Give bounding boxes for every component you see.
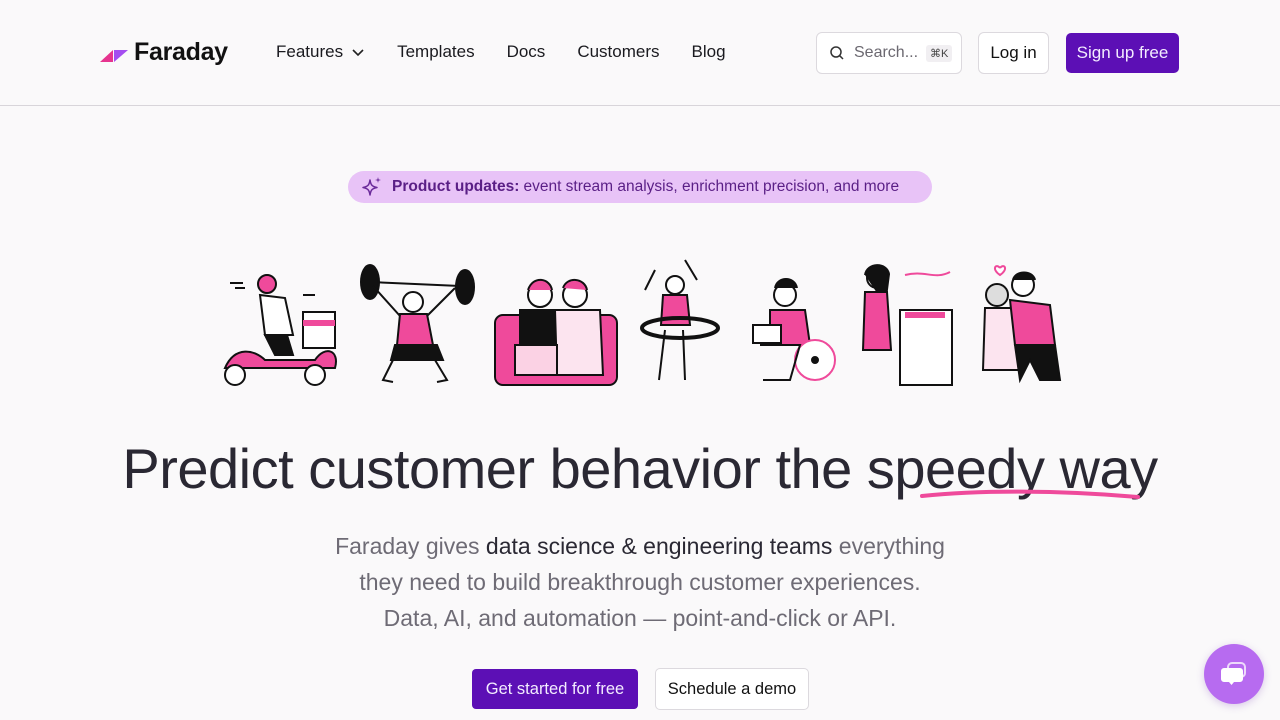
search-icon <box>830 46 844 60</box>
nav-templates[interactable]: Templates <box>397 42 474 62</box>
illustration-weightlifter <box>360 264 475 383</box>
brand-name: Faraday <box>134 38 228 66</box>
nav-blog[interactable]: Blog <box>692 42 726 62</box>
hero-subtitle: Faraday gives data science & engineering… <box>0 528 1280 636</box>
chat-widget-button[interactable] <box>1204 644 1264 704</box>
search-shortcut: ⌘K <box>926 44 953 62</box>
nav-features-label: Features <box>276 42 344 61</box>
illustration-couple-on-sofa <box>494 278 618 386</box>
nav-docs[interactable]: Docs <box>507 42 546 62</box>
subtitle-emphasis: data science & engineering teams <box>485 533 833 559</box>
get-started-button[interactable]: Get started for free <box>472 669 638 709</box>
site-header: Faraday Features Templates Docs Customer… <box>0 0 1280 106</box>
illustration-delivery-scooter-rider <box>223 274 337 386</box>
nav-features[interactable]: Features <box>276 42 365 62</box>
signup-button[interactable]: Sign up free <box>1066 33 1179 73</box>
product-updates-banner[interactable]: Product updates: event stream analysis, … <box>348 171 932 203</box>
subtitle-line-3: Data, AI, and automation — point-and-cli… <box>383 605 897 631</box>
search-button[interactable]: Search... ⌘K <box>816 32 962 74</box>
subtitle-line-2: they need to build breakthrough customer… <box>359 569 921 595</box>
chat-bubble-icon <box>1221 662 1246 685</box>
sparkle-icon <box>362 177 381 196</box>
chevron-down-icon <box>352 49 364 57</box>
schedule-demo-button[interactable]: Schedule a demo <box>655 668 809 710</box>
search-placeholder: Search... <box>854 44 919 61</box>
banner-text: event stream analysis, enrichment precis… <box>523 178 900 195</box>
brand-logo[interactable]: Faraday <box>100 38 228 67</box>
illustration-hula-hoop <box>640 259 720 381</box>
main-nav: Features Templates Docs Customers Blog <box>276 42 758 62</box>
login-button[interactable]: Log in <box>978 32 1049 74</box>
subtitle-line-1: Faraday gives data science & engineering… <box>0 528 1280 564</box>
banner-label: Product updates: <box>392 178 520 195</box>
illustration-photocopier <box>861 264 953 386</box>
illustration-wheelchair-laptop <box>752 278 836 381</box>
illustration-dancing-couple <box>981 265 1062 384</box>
subtitle-text: everything <box>832 533 945 559</box>
faraday-logo-icon <box>100 49 128 62</box>
hero-illustrations <box>215 250 1065 395</box>
highlight-underline <box>920 489 1140 499</box>
nav-customers[interactable]: Customers <box>577 42 659 62</box>
subtitle-text: Faraday gives <box>335 533 486 559</box>
headline-main: Predict customer behavior the <box>122 437 867 500</box>
